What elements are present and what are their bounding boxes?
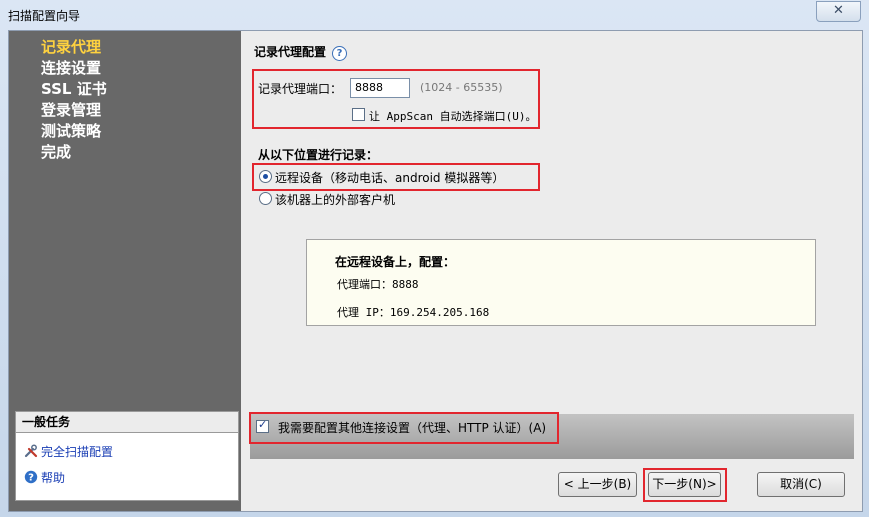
wizard-steps: 记录代理 连接设置 SSL 证书 登录管理 测试策略 完成	[41, 37, 107, 163]
general-tasks-panel: 一般任务 完全扫描配置 ? 帮助	[15, 411, 239, 501]
section-title: 记录代理配置?	[254, 43, 348, 61]
sidebar: 记录代理 连接设置 SSL 证书 登录管理 测试策略 完成 一般任务 完全扫描配…	[9, 31, 241, 511]
full-scan-config-label: 完全扫描配置	[41, 445, 114, 459]
close-button[interactable]: ✕	[816, 1, 861, 22]
record-from-title: 从以下位置进行记录：	[258, 148, 379, 162]
step-test-policy[interactable]: 测试策略	[41, 121, 107, 142]
auto-port-label: 让 AppScan 自动选择端口(U)。	[369, 110, 537, 123]
extra-settings-label: 我需要配置其他连接设置（代理、HTTP 认证）(A)	[278, 421, 547, 435]
wizard-client: 记录代理 连接设置 SSL 证书 登录管理 测试策略 完成 一般任务 完全扫描配…	[8, 30, 863, 512]
info-proxy-port: 代理端口：8888	[337, 278, 419, 291]
section-title-text: 记录代理配置	[254, 45, 327, 59]
help-icon: ?	[24, 470, 38, 484]
remote-device-radio[interactable]	[259, 170, 272, 183]
step-ssl-certificate[interactable]: SSL 证书	[41, 79, 107, 100]
remote-device-label: 远程设备（移动电话、android 模拟器等）	[275, 171, 505, 185]
back-button[interactable]: < 上一步(B)	[558, 472, 637, 497]
general-tasks-title: 一般任务	[16, 412, 238, 433]
port-range: (1024 - 65535)	[420, 81, 503, 94]
extra-settings-checkbox[interactable]	[256, 418, 269, 433]
cancel-button[interactable]: 取消(C)	[757, 472, 845, 497]
info-title: 在远程设备上，配置：	[335, 255, 456, 269]
section-help-icon[interactable]: ?	[332, 46, 348, 61]
close-icon: ✕	[833, 3, 844, 18]
window-title: 扫描配置向导	[8, 9, 81, 23]
remote-config-info-box: 在远程设备上，配置： 代理端口：8888 代理 IP：169.254.205.1…	[306, 239, 816, 326]
step-record-proxy[interactable]: 记录代理	[41, 37, 107, 58]
port-label: 记录代理端口：	[258, 82, 343, 96]
step-finish[interactable]: 完成	[41, 142, 107, 163]
external-client-radio[interactable]	[259, 192, 272, 205]
tools-icon	[24, 444, 38, 458]
wizard-window: 扫描配置向导 ✕ 记录代理 连接设置 SSL 证书 登录管理 测试策略 完成 一…	[0, 0, 869, 517]
external-client-label: 该机器上的外部客户机	[275, 193, 396, 207]
svg-text:?: ?	[28, 473, 34, 484]
full-scan-config-link[interactable]: 完全扫描配置	[24, 443, 113, 461]
step-login-management[interactable]: 登录管理	[41, 100, 107, 121]
help-link[interactable]: ? 帮助	[24, 469, 65, 487]
info-proxy-ip: 代理 IP：169.254.205.168	[337, 306, 490, 319]
port-input[interactable]: 8888	[350, 78, 410, 98]
next-button[interactable]: 下一步(N)>	[648, 472, 721, 497]
help-label: 帮助	[41, 471, 66, 485]
main-panel: 记录代理配置? 记录代理端口： 8888 (1024 - 65535) 让 Ap…	[242, 31, 862, 511]
title-bar: 扫描配置向导 ✕	[0, 0, 869, 28]
step-connection-settings[interactable]: 连接设置	[41, 58, 107, 79]
auto-port-checkbox[interactable]	[352, 108, 365, 121]
